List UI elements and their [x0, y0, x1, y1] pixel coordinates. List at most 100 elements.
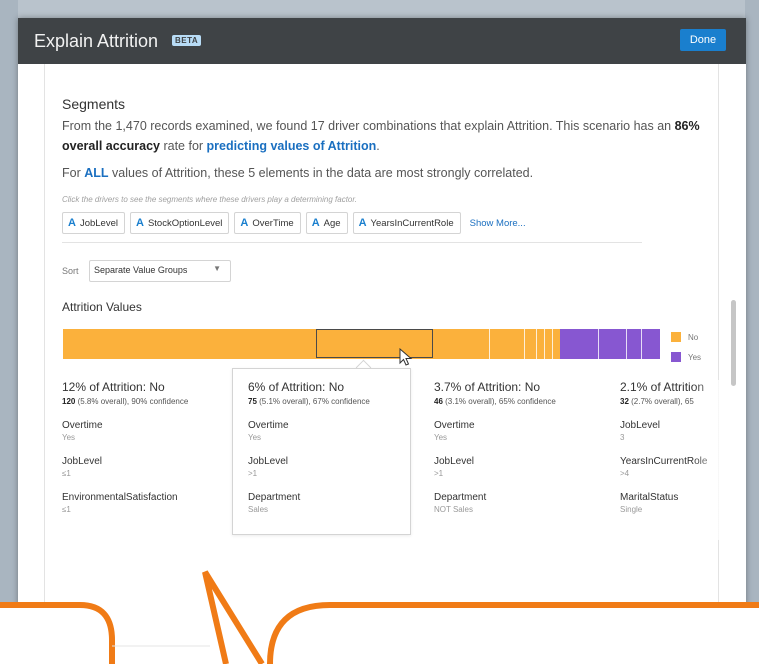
driver-chip-yearsincurrentrole[interactable]: A YearsInCurrentRole	[352, 212, 461, 234]
driver-name: JobLevel	[434, 456, 475, 467]
bar-separator	[552, 329, 553, 359]
dialog-title: Explain Attrition	[34, 31, 159, 51]
segment-card-selected[interactable]: 6% of Attrition: No 75 (5.1% overall), 6…	[248, 380, 423, 514]
attrition-legend: No Yes	[671, 328, 701, 368]
driver-name: Department	[434, 492, 487, 503]
segments-summary: From the 1,470 records examined, we foun…	[62, 116, 702, 156]
driver-chip-age[interactable]: A Age	[305, 212, 348, 234]
background-right	[745, 0, 759, 664]
driver-chip-label: JobLevel	[79, 217, 118, 229]
driver-value: Sales	[248, 505, 269, 514]
driver-chip-joblevel[interactable]: A JobLevel	[62, 212, 125, 234]
driver-chips: A JobLevel A StockOptionLevel A OverTime AA…	[62, 212, 526, 234]
attrition-values-bar[interactable]	[63, 329, 660, 359]
driver-name: Overtime	[62, 420, 103, 431]
segment-stats: 75 (5.1% overall), 67% confidence	[248, 397, 423, 406]
legend-swatch	[671, 352, 681, 362]
correlation-summary: For ALL values of Attrition, these 5 ele…	[62, 166, 533, 180]
driver-name: JobLevel	[62, 456, 103, 467]
summary-text: From the 1,470 records examined, we foun…	[62, 119, 675, 133]
segment-heading: 12% of Attrition: No	[62, 380, 165, 394]
attribute-icon: A	[311, 217, 320, 229]
summary-text: .	[376, 139, 380, 153]
driver-name: JobLevel	[248, 456, 289, 467]
done-button[interactable]: Done	[680, 29, 726, 51]
driver-value: Yes	[62, 433, 76, 442]
segment-count: 75	[248, 397, 257, 406]
driver-value: ≤1	[62, 505, 71, 514]
dialog-titlebar: Explain Attrition BETA Done	[18, 18, 746, 64]
content-border	[44, 64, 45, 664]
segment-count: 120	[62, 397, 76, 406]
segment-heading: 3.7% of Attrition: No	[434, 380, 541, 394]
segment-cards: 12% of Attrition: No 120 (5.8% overall),…	[62, 380, 722, 540]
overflow-fade	[693, 380, 722, 540]
selected-segment-highlight[interactable]	[316, 329, 433, 358]
segments-heading: Segments	[62, 96, 126, 112]
attribute-icon: A	[358, 217, 367, 229]
legend-item-yes: Yes	[671, 348, 701, 366]
bar-separator	[598, 329, 599, 359]
attribute-icon: A	[68, 217, 76, 229]
all-values-link[interactable]: ALL	[84, 166, 108, 180]
driver-name: Overtime	[248, 420, 289, 431]
caret-down-icon: ▼	[213, 264, 221, 273]
driver-value: >1	[434, 469, 444, 478]
drivers-hint: Click the drivers to see the segments wh…	[62, 195, 357, 204]
driver-chip-label: StockOptionLevel	[147, 217, 223, 229]
driver-chip-overtime[interactable]: A OverTime	[234, 212, 301, 234]
explain-attrition-dialog: Explain Attrition BETA Done Segments Fro…	[18, 18, 746, 664]
bar-separator	[524, 329, 525, 359]
legend-label: No	[688, 332, 699, 342]
summary-text: For	[62, 166, 85, 180]
driver-value: Yes	[434, 433, 448, 442]
segment-stats: 120 (5.8% overall), 90% confidence	[62, 397, 237, 406]
bar-separator	[544, 329, 545, 359]
attrition-values-title: Attrition Values	[62, 300, 142, 314]
segment-count: 46	[434, 397, 443, 406]
legend-swatch	[671, 332, 681, 342]
vertical-scrollbar[interactable]	[731, 300, 736, 386]
attribute-icon: A	[240, 217, 249, 229]
attribute-icon: A	[135, 217, 144, 229]
segment-card[interactable]: 12% of Attrition: No 120 (5.8% overall),…	[62, 380, 237, 514]
driver-value: Yes	[248, 433, 262, 442]
driver-name: Overtime	[434, 420, 475, 431]
segment-stats-text: (5.1% overall), 67% confidence	[256, 397, 370, 406]
summary-text: values of Attrition, these 5 elements in…	[108, 166, 534, 180]
legend-label: Yes	[688, 352, 702, 362]
predicting-values-link[interactable]: predicting values of Attrition	[207, 139, 377, 153]
driver-value: >1	[248, 469, 258, 478]
section-divider	[62, 242, 642, 243]
beta-badge: BETA	[172, 35, 202, 46]
bar-separator	[489, 329, 490, 359]
mouse-cursor-icon	[399, 348, 413, 366]
segment-stats-text: (3.1% overall), 65% confidence	[442, 397, 556, 406]
summary-text: rate for	[160, 139, 207, 153]
segment-count: 32	[620, 397, 629, 406]
driver-chip-stockoptionlevel[interactable]: A StockOptionLevel	[129, 212, 230, 234]
background-left	[0, 0, 18, 664]
segment-stats-text: (2.7% overall), 65	[628, 397, 694, 406]
bar-segment-yes[interactable]	[560, 329, 660, 359]
segment-stats-text: (5.8% overall), 90% confidence	[75, 397, 189, 406]
bar-separator	[641, 329, 642, 359]
bar-segment-no[interactable]	[63, 329, 560, 359]
bar-separator	[536, 329, 537, 359]
driver-value: ≤1	[62, 469, 71, 478]
driver-name: EnvironmentalSatisfaction	[62, 492, 178, 503]
sort-dropdown-value: Separate Value Groups	[94, 265, 188, 275]
bar-separator	[626, 329, 627, 359]
segment-stats: 46 (3.1% overall), 65% confidence	[434, 397, 609, 406]
sort-dropdown[interactable]: Separate Value Groups ▼	[89, 260, 231, 282]
driver-value: NOT Sales	[434, 505, 473, 514]
show-more-link[interactable]: Show More...	[470, 218, 526, 229]
driver-name: Department	[248, 492, 301, 503]
driver-chip-label: YearsInCurrentRole	[370, 217, 454, 229]
content-border	[718, 64, 719, 664]
legend-item-no: No	[671, 328, 701, 346]
dialog-content: Segments From the 1,470 records examined…	[18, 64, 746, 664]
driver-chip-label: OverTime	[252, 217, 294, 229]
driver-chip-label: Age	[323, 217, 341, 229]
segment-card[interactable]: 3.7% of Attrition: No 46 (3.1% overall),…	[434, 380, 609, 514]
